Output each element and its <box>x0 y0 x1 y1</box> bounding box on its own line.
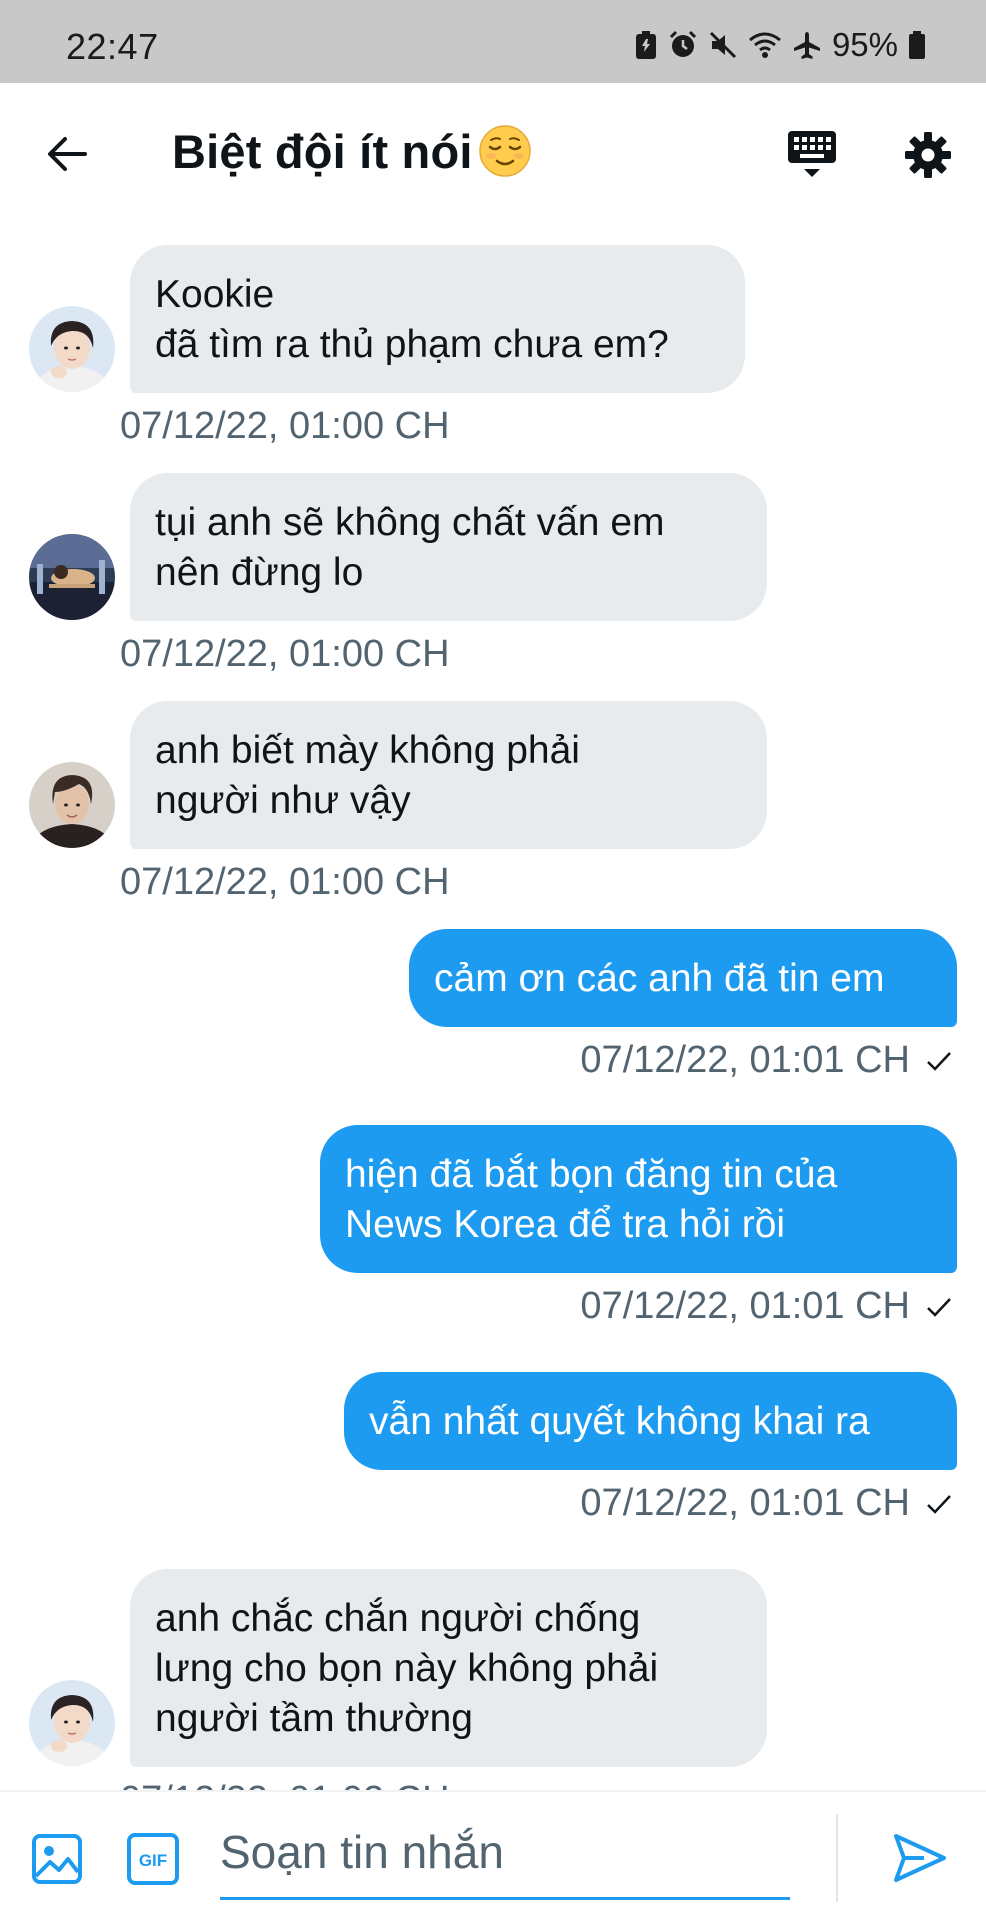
message-line: anh chắc chắn người chống <box>155 1597 641 1640</box>
avatar[interactable] <box>29 762 115 848</box>
send-button[interactable] <box>890 1828 950 1888</box>
message-line: người như vậy <box>155 779 411 822</box>
conversation-header: Biệt đội ít nói <box>0 83 986 218</box>
avatar-image <box>29 306 115 392</box>
check-icon <box>927 1051 951 1071</box>
wifi-icon <box>749 32 781 58</box>
add-gif-button[interactable]: GIF <box>126 1832 180 1886</box>
message-line: anh biết mày không phải <box>155 729 580 772</box>
battery-icon <box>909 31 925 59</box>
keyboard-icon <box>788 131 836 177</box>
message-line: News Korea để tra hỏi rồi <box>345 1203 786 1246</box>
message-timestamp: 07/12/22, 01:00 CH <box>120 405 450 447</box>
message-bubble-outgoing[interactable]: hiện đã bắt bọn đăng tin của News Korea … <box>320 1125 957 1273</box>
mute-icon <box>709 31 736 59</box>
message-timestamp: 07/12/22, 01:01 CH <box>580 1482 910 1524</box>
avatar-image <box>29 534 115 620</box>
status-icons: 95% <box>634 26 926 63</box>
check-icon <box>927 1297 951 1317</box>
gear-icon <box>905 132 951 178</box>
message-timestamp-row: 07/12/22, 01:01 CH <box>580 1482 952 1525</box>
message-line: hiện đã bắt bọn đăng tin của <box>345 1153 838 1196</box>
message-bubble-incoming[interactable]: anh chắc chắn người chống lưng cho bọn n… <box>130 1569 767 1767</box>
add-image-button[interactable] <box>30 1832 84 1886</box>
avatar-image <box>29 1680 115 1766</box>
back-button[interactable] <box>36 123 98 185</box>
avatar[interactable] <box>29 534 115 620</box>
message-line: nên đừng lo <box>155 551 364 594</box>
message-bubble-outgoing[interactable]: cảm ơn các anh đã tin em <box>409 929 957 1027</box>
message-bubble-incoming[interactable]: Kookie đã tìm ra thủ phạm chưa em? <box>130 245 745 393</box>
message-line: cảm ơn các anh đã tin em <box>434 957 885 1000</box>
message-line: tụi anh sẽ không chất vấn em <box>155 501 665 544</box>
message-timestamp: 07/12/22, 01:00 CH <box>120 861 450 903</box>
message-bubble-incoming[interactable]: tụi anh sẽ không chất vấn em nên đừng lo <box>130 473 767 621</box>
battery-percent: 95% <box>831 26 898 63</box>
avatar[interactable] <box>29 1680 115 1766</box>
message-timestamp: 07/12/22, 01:00 CH <box>120 633 450 675</box>
gif-label: GIF <box>139 1851 167 1870</box>
message-line: lưng cho bọn này không phải <box>155 1647 659 1690</box>
avatar-image <box>29 762 115 848</box>
status-time: 22:47 <box>66 26 159 67</box>
message-line: đã tìm ra thủ phạm chưa em? <box>155 323 669 366</box>
message-line: Kookie <box>155 273 275 316</box>
back-arrow-icon <box>48 137 87 171</box>
airplane-icon <box>793 32 820 59</box>
keyboard-button[interactable] <box>780 123 844 187</box>
message-timestamp: 07/12/22, 01:01 CH <box>580 1039 910 1081</box>
message-line: người tầm thường <box>155 1697 473 1740</box>
status-bar: 22:47 95% <box>0 0 986 83</box>
send-icon <box>894 1834 946 1882</box>
message-composer: GIF <box>0 1790 986 1920</box>
image-icon <box>32 1834 82 1884</box>
relieved-face-emoji <box>478 125 531 177</box>
message-bubble-incoming[interactable]: anh biết mày không phải người như vậy <box>130 701 767 849</box>
avatar[interactable] <box>29 306 115 392</box>
message-timestamp-row: 07/12/22, 01:01 CH <box>580 1039 952 1082</box>
conversation-title: Biệt đội ít nói <box>172 124 473 178</box>
message-timestamp-row: 07/12/22, 01:01 CH <box>580 1285 952 1328</box>
alarm-icon <box>669 30 696 57</box>
message-bubble-outgoing[interactable]: vẫn nhất quyết không khai ra <box>344 1372 957 1470</box>
composer-divider <box>836 1814 838 1902</box>
message-timestamp: 07/12/22, 01:01 CH <box>580 1285 910 1327</box>
conversation-title-group[interactable]: Biệt đội ít nói <box>172 119 533 183</box>
message-line: vẫn nhất quyết không khai ra <box>369 1400 870 1443</box>
message-input[interactable] <box>220 1806 790 1900</box>
check-icon <box>927 1494 951 1514</box>
battery-saver-icon <box>635 31 656 59</box>
gif-icon: GIF <box>127 1833 179 1885</box>
settings-button[interactable] <box>896 123 960 187</box>
